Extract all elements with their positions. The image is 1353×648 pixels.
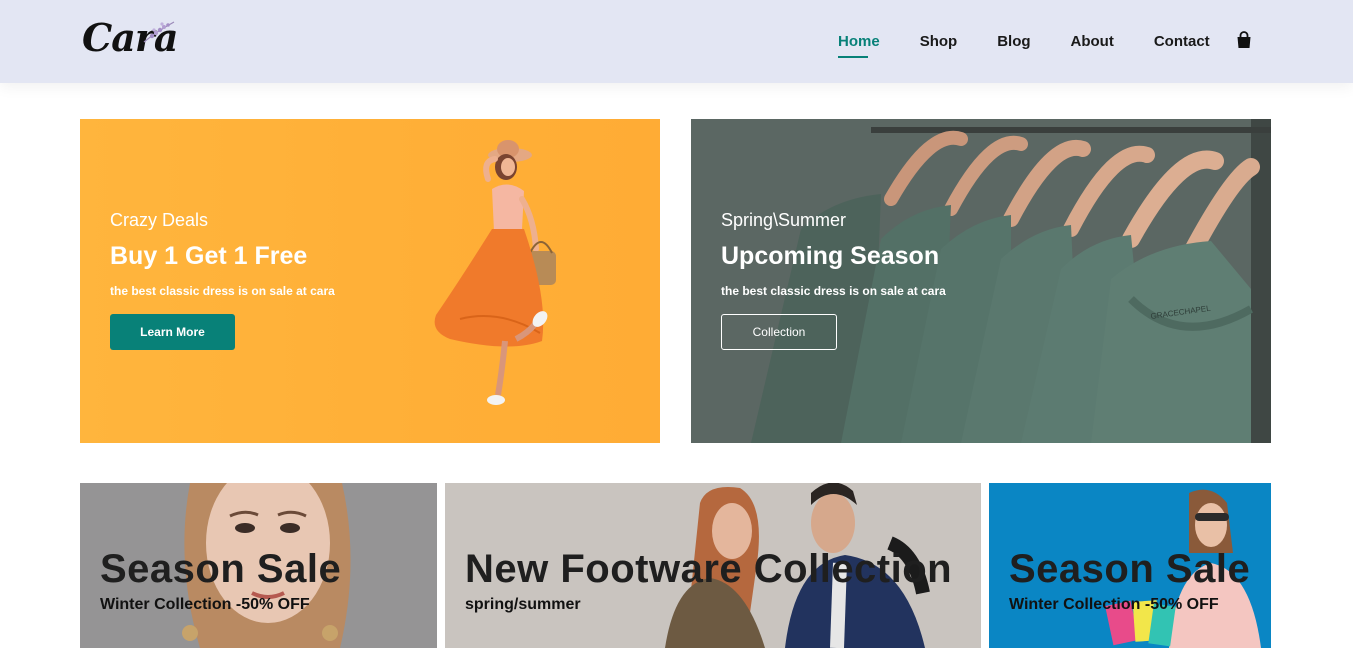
banner-subtitle: Winter Collection -50% OFF: [100, 596, 310, 613]
brand-logo[interactable]: Cara: [82, 16, 192, 60]
learn-more-button[interactable]: Learn More: [110, 314, 235, 350]
nav-item-blog[interactable]: Blog: [997, 32, 1030, 52]
nav-item-home[interactable]: Home: [838, 32, 880, 58]
banner-description: the best classic dress is on sale at car…: [110, 284, 335, 298]
banner-subtitle: spring/summer: [465, 596, 581, 613]
banner-subtitle: Crazy Deals: [110, 210, 209, 230]
banner-title: Season Sale: [100, 547, 342, 591]
main-nav: Home Shop Blog About Contact: [838, 0, 1250, 83]
upcoming-season-banner: GRACECHAPEL Spring\Summer Upcoming Seaso…: [691, 119, 1271, 443]
crazy-deals-banner: Crazy Deals Buy 1 Get 1 Free the best cl…: [80, 119, 660, 443]
upcoming-season-text: Spring\Summer Upcoming Season the best c…: [721, 209, 946, 350]
banner-title: Season Sale: [1009, 547, 1251, 591]
banner-title: Upcoming Season: [721, 242, 940, 270]
site-header: Cara Home Shop Blog About Contact: [0, 0, 1353, 83]
season-sale-banner[interactable]: Season Sale Winter Collection -50% OFF: [80, 483, 437, 648]
banner-title: Buy 1 Get 1 Free: [110, 242, 308, 270]
nav-item-about[interactable]: About: [1071, 32, 1114, 52]
banner-description: the best classic dress is on sale at car…: [721, 284, 946, 298]
lavender-sprig-icon: [143, 21, 175, 43]
new-footware-banner[interactable]: New Footware Collection spring/summer: [445, 483, 981, 648]
season-sale-banner-2[interactable]: Season Sale Winter Collection -50% OFF: [989, 483, 1271, 648]
banner-subtitle: Winter Collection -50% OFF: [1009, 596, 1219, 613]
banner-subtitle: Spring\Summer: [721, 210, 847, 230]
crazy-deals-text: Crazy Deals Buy 1 Get 1 Free the best cl…: [110, 209, 335, 350]
collection-button[interactable]: Collection: [721, 314, 837, 350]
shopping-bag-icon[interactable]: [1236, 31, 1252, 49]
banner-title: New Footware Collection: [465, 547, 953, 591]
nav-item-contact[interactable]: Contact: [1154, 32, 1210, 52]
nav-item-shop[interactable]: Shop: [920, 32, 958, 52]
